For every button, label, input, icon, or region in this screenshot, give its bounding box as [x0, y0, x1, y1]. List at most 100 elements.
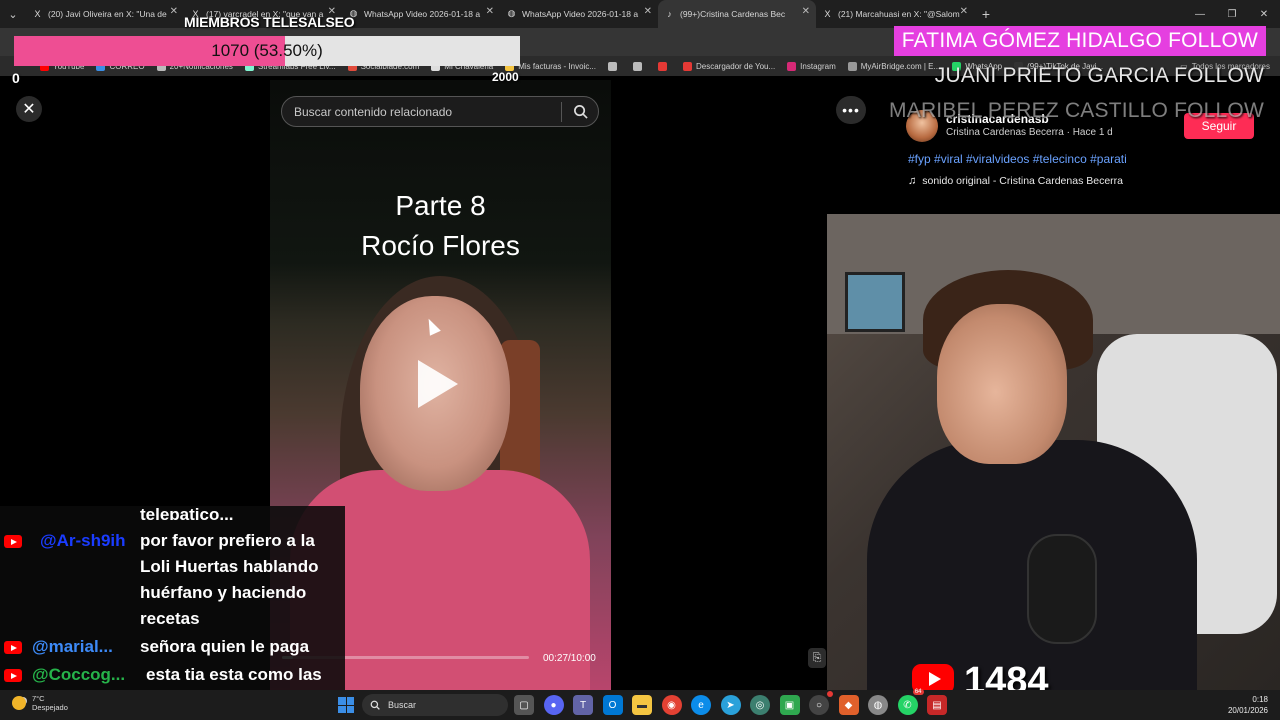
close-tab-icon[interactable]: ✕: [644, 6, 652, 17]
youtube-chat-icon: [4, 535, 22, 548]
bookmark-favicon-icon: [683, 61, 692, 71]
webcam-background-monitor: [845, 272, 905, 332]
discord-icon[interactable]: ●: [543, 695, 564, 715]
sound-label: sonido original - Cristina Cardenas Bece…: [922, 175, 1124, 187]
app-green-icon[interactable]: ▣: [779, 695, 800, 715]
file-explorer-icon[interactable]: ▬: [632, 695, 652, 715]
bookmark-item[interactable]: MyAirBridge.com | E...: [847, 61, 941, 71]
close-tab-icon[interactable]: ✕: [170, 6, 178, 17]
start-button[interactable]: [338, 697, 354, 713]
minimize-button[interactable]: —: [1184, 0, 1216, 28]
browser-tab[interactable]: X (21) Marcahuasi en X: "@Salom ✕: [816, 0, 974, 28]
tab-strip: X (20) Javi Oliveira en X: "Una de ✕ X (17) …: [26, 0, 974, 28]
new-tab-button[interactable]: +: [974, 6, 998, 22]
app-red-icon[interactable]: ▤: [927, 695, 947, 715]
outlook-icon[interactable]: O: [602, 695, 623, 715]
chrome-icon[interactable]: ◉: [661, 695, 682, 715]
browser-tab[interactable]: X (20) Javi Oliveira en X: "Una de ✕: [26, 0, 184, 28]
browser-tab[interactable]: ♪ (99+)Cristina Cardenas Bec ✕: [658, 0, 816, 28]
video-title-line2: Rocío Flores: [361, 230, 520, 261]
youtube-chat-icon: [4, 641, 22, 654]
weather-temp: 7°C: [32, 694, 45, 703]
weather-text: 7°C Despejado: [32, 694, 68, 712]
bookmark-item[interactable]: [608, 61, 621, 71]
members-goal-max: 2000: [492, 70, 519, 84]
browser-tab-label: WhatsApp Video 2026-01-18 a: [364, 9, 481, 19]
tab-search-menu-icon[interactable]: ⌄: [0, 0, 26, 28]
taskbar-apps: ▢ ● T O ▬ ◉ e ➤ ◎ ▣ ○ ◆ ◍ ✆ 64 ▤: [514, 689, 957, 715]
bookmark-label: Mis facturas - Invoic...: [518, 61, 596, 71]
bookmark-item[interactable]: [633, 61, 646, 71]
x-logo-icon: X: [824, 8, 831, 19]
search-button[interactable]: [562, 96, 598, 127]
close-tab-icon[interactable]: ✕: [802, 6, 810, 17]
taskbar-search[interactable]: Buscar: [362, 694, 508, 716]
follow-alert-previous: JUANI PRIETO GARCIA FOLLOW: [934, 64, 1264, 87]
close-tab-icon[interactable]: ✕: [486, 6, 494, 17]
bookmark-favicon-icon: [658, 61, 667, 71]
app-orange-icon[interactable]: ◆: [838, 695, 859, 715]
obs-icon[interactable]: ○: [809, 691, 833, 715]
more-options-button[interactable]: •••: [836, 96, 866, 124]
x-logo-icon: X: [34, 8, 41, 19]
video-hashtags[interactable]: #fyp #viral #viralvideos #telecinco #par…: [908, 152, 1127, 166]
search-input[interactable]: Buscar contenido relacionado: [294, 105, 561, 119]
bookmark-item[interactable]: [658, 61, 671, 71]
tiktok-icon: ♪: [667, 8, 672, 19]
bookmark-favicon-icon: [608, 61, 617, 71]
webcam-feed: [827, 214, 1280, 690]
chat-message: por favor prefiero a la Loli Huertas hab…: [140, 531, 319, 628]
bookmark-favicon-icon: [847, 61, 857, 71]
close-video-button[interactable]: ✕: [16, 96, 42, 122]
weather-desc: Despejado: [32, 703, 68, 712]
chat-message: telepatico...: [140, 505, 234, 520]
browser-tab-label: (99+)Cristina Cardenas Bec: [680, 9, 786, 19]
screen: ⌄ X (20) Javi Oliveira en X: "Una de ✕ X (17…: [0, 0, 1280, 720]
notification-badge: 64: [912, 689, 924, 695]
task-view-icon[interactable]: ▢: [514, 695, 534, 715]
bookmark-item[interactable]: Descargador de You...: [683, 61, 776, 71]
teams-icon[interactable]: T: [573, 695, 593, 715]
author-meta: Cristina Cardenas Becerra · Hace 1 d: [946, 127, 1113, 138]
weather-widget[interactable]: 7°C Despejado: [12, 694, 68, 712]
whatsapp-icon[interactable]: ✆ 64: [897, 689, 924, 715]
app-gray-icon[interactable]: ◍: [868, 695, 888, 715]
members-goal-text: 1070 (53.50%): [211, 41, 323, 60]
bookmark-label: MyAirBridge.com | E...: [860, 61, 941, 71]
clock-time: 0:18: [1252, 695, 1268, 704]
browser-tab-label: (21) Marcahuasi en X: "@Salom: [838, 9, 960, 19]
webcam-microphone: [1027, 534, 1097, 644]
bookmark-label: Instagram: [800, 61, 836, 71]
bookmark-favicon-icon: [787, 61, 797, 71]
close-tab-icon[interactable]: ✕: [960, 6, 968, 17]
live-chat: telepatico... @Ar-sh9ih por favor prefie…: [0, 505, 345, 720]
members-goal-bar: 1070 (53.50%): [14, 36, 520, 66]
close-window-button[interactable]: ✕: [1248, 0, 1280, 28]
captions-icon[interactable]: ⎘: [808, 648, 826, 668]
window-controls: — ❐ ✕: [1184, 0, 1280, 28]
play-icon[interactable]: [418, 360, 458, 408]
video-time: 00:27/10:00: [543, 653, 596, 664]
globe-icon: ◍: [507, 8, 516, 18]
maximize-button[interactable]: ❐: [1216, 0, 1248, 28]
close-icon: ✕: [22, 101, 36, 118]
chat-username: @marial...: [32, 637, 113, 656]
bookmark-item[interactable]: Instagram: [787, 61, 836, 71]
telegram-icon[interactable]: ➤: [720, 695, 741, 715]
video-sound[interactable]: ♫ sonido original - Cristina Cardenas Bec…: [908, 175, 1123, 187]
chat-message: señora quien le paga: [140, 637, 310, 656]
webcam-streamer-face: [937, 304, 1067, 464]
weather-moon-icon: [12, 696, 26, 710]
system-clock[interactable]: 0:18 20/01/2026: [1228, 694, 1268, 716]
edge-icon[interactable]: e: [691, 695, 711, 715]
bookmark-label: Descargador de You...: [696, 61, 776, 71]
windows-taskbar: 7°C Despejado Buscar ▢ ● T O ▬ ◉ e ➤ ◎ ▣…: [0, 689, 1280, 720]
chat-username: @Ar-sh9ih: [40, 531, 126, 550]
browser-tab[interactable]: ◍ WhatsApp Video 2026-01-18 a ✕: [342, 0, 500, 28]
video-title: Parte 8 Rocío Flores: [270, 186, 611, 266]
browser-icon[interactable]: ◎: [750, 695, 770, 715]
related-search-box[interactable]: Buscar contenido relacionado: [281, 96, 599, 127]
youtube-chat-icon: [4, 669, 22, 682]
browser-tab[interactable]: ◍ WhatsApp Video 2026-01-18 a ✕: [500, 0, 658, 28]
taskbar-search-label: Buscar: [388, 700, 417, 710]
